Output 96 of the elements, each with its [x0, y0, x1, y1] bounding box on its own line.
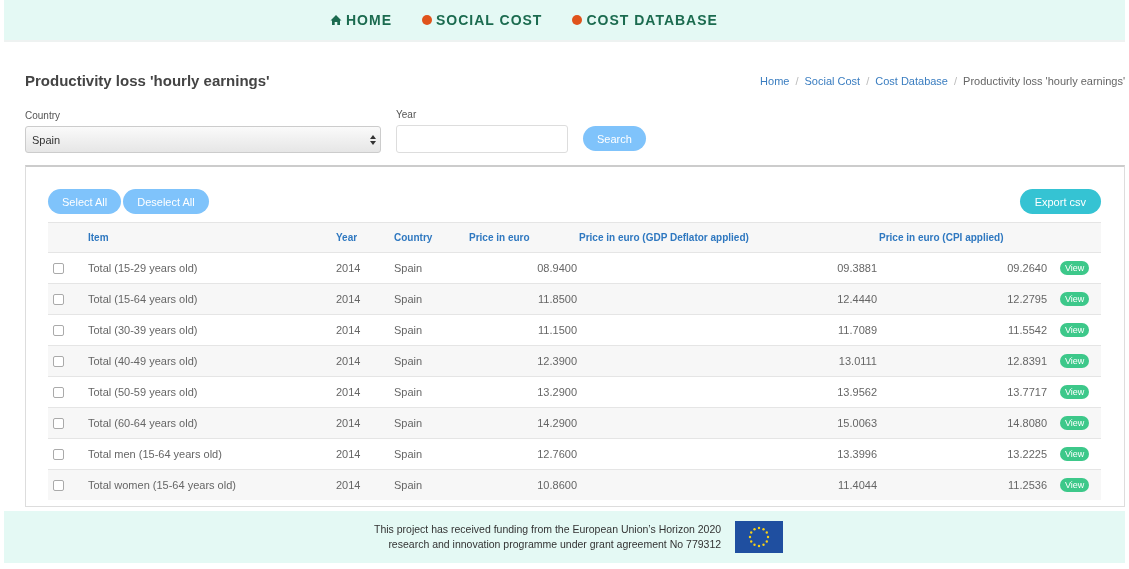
table-cell: 2014 [336, 417, 361, 429]
breadcrumb-separator: / [795, 74, 799, 87]
row-checkbox[interactable] [53, 294, 64, 306]
table-cell: Spain [394, 355, 423, 367]
column-header: Price in euro (GDP Deflator applied) [578, 222, 878, 253]
table-cell: 15.0063 [837, 417, 877, 429]
country-select[interactable]: Spain [25, 126, 381, 153]
breadcrumb-link[interactable]: Social Cost [804, 74, 861, 87]
table-cell: 11.7089 [838, 324, 877, 336]
view-button[interactable]: View [1060, 354, 1090, 368]
table-cell: 08.9400 [537, 262, 577, 274]
view-button[interactable]: View [1060, 261, 1090, 275]
table-cell: 2014 [336, 448, 361, 460]
field-label: Year [396, 109, 418, 120]
view-button[interactable]: View [1060, 478, 1090, 492]
year-input[interactable] [396, 125, 568, 153]
row-checkbox[interactable] [53, 325, 64, 337]
table-cell: 12.7600 [537, 448, 577, 460]
table-cell: 09.2640 [1007, 262, 1047, 274]
row-checkbox[interactable] [53, 449, 64, 461]
table-cell: Spain [394, 479, 423, 491]
table-cell: Spain [394, 262, 423, 274]
table-cell: 12.4440 [837, 293, 877, 305]
row-checkbox[interactable] [53, 263, 64, 275]
breadcrumb-link[interactable]: Home [760, 74, 790, 87]
sort-arrows-icon [370, 134, 376, 145]
table-cell: Total women (15-64 years old) [88, 479, 236, 491]
breadcrumb-separator: / [866, 74, 870, 87]
nav-link[interactable]: COST DATABASE [572, 12, 718, 28]
table-cell: Spain [394, 417, 423, 429]
view-button[interactable]: View [1060, 447, 1090, 461]
table-cell: Total men (15-64 years old) [88, 448, 222, 460]
breadcrumb-link[interactable]: Cost Database [875, 74, 948, 87]
table-cell: Spain [394, 386, 423, 398]
bullet-icon [422, 15, 432, 25]
table-cell: 12.2795 [1007, 293, 1047, 305]
funding-text: research and innovation programme under grant agreement No 779312 [388, 537, 722, 552]
page-title: Productivity loss 'hourly earnings' [25, 72, 270, 89]
table-cell: 13.2900 [537, 386, 577, 398]
table-cell: 11.4044 [838, 479, 877, 491]
table-cell: 2014 [336, 355, 361, 367]
view-button[interactable]: View [1060, 292, 1090, 306]
table-cell: 2014 [336, 386, 361, 398]
table-cell: Total (30-39 years old) [88, 324, 198, 336]
table-cell: 2014 [336, 293, 361, 305]
table-cell: Total (50-59 years old) [88, 386, 198, 398]
view-button[interactable]: View [1060, 416, 1090, 430]
table-cell: 13.0111 [838, 355, 877, 367]
table-cell: Spain [394, 448, 423, 460]
deselect-all-button[interactable]: Deselect All [123, 189, 209, 214]
field-label: Country [25, 110, 61, 121]
table-cell: 10.8600 [537, 479, 577, 491]
row-checkbox[interactable] [53, 387, 64, 399]
table-cell: 13.9562 [837, 386, 877, 398]
table-cell: Spain [394, 324, 423, 336]
column-header: Country [393, 222, 468, 253]
column-header: Item [87, 222, 335, 253]
row-checkbox[interactable] [53, 480, 64, 492]
column-header: Year [335, 222, 393, 253]
breadcrumb-current: Productivity loss 'hourly earnings' [963, 74, 1125, 87]
table-cell: 12.3900 [537, 355, 577, 367]
table-cell: 13.7717 [1007, 386, 1047, 398]
table-cell: Spain [394, 293, 423, 305]
select-all-button[interactable]: Select All [48, 189, 122, 214]
table-cell: 11.8500 [538, 293, 577, 305]
table-cell: 11.2536 [1008, 479, 1047, 491]
table-cell: 11.1500 [538, 324, 577, 336]
table-cell: Total (60-64 years old) [88, 417, 198, 429]
table-cell: 2014 [336, 262, 361, 274]
table-cell: 14.8080 [1007, 417, 1047, 429]
column-header: Price in euro [468, 222, 578, 253]
search-button[interactable]: Search [583, 126, 646, 151]
bullet-icon [572, 15, 583, 25]
table-cell: 13.3996 [837, 448, 877, 460]
view-button[interactable]: View [1060, 323, 1090, 337]
table-cell: 11.5542 [1008, 324, 1047, 336]
table-cell: 09.3881 [837, 262, 877, 274]
breadcrumb-separator: / [954, 74, 958, 87]
table-cell: 2014 [336, 324, 361, 336]
nav-link[interactable]: SOCIAL COST [422, 12, 543, 28]
view-button[interactable]: View [1060, 385, 1090, 399]
export-button[interactable]: Export csv [1019, 189, 1101, 214]
row-checkbox[interactable] [53, 356, 64, 368]
row-checkbox[interactable] [53, 418, 64, 430]
column-header: Price in euro (CPI applied) [878, 222, 1048, 253]
table-cell: 2014 [336, 479, 361, 491]
table-cell: 14.2900 [537, 417, 577, 429]
funding-text: This project has received funding from the European Union’s Horizon 2020 [374, 522, 722, 537]
table-cell: 13.2225 [1007, 448, 1047, 460]
nav-link[interactable]: HOME [330, 12, 392, 28]
table-cell: Total (40-49 years old) [88, 355, 198, 367]
home-icon [330, 14, 342, 26]
table-cell: Total (15-29 years old) [88, 262, 198, 274]
flag-icon [735, 521, 784, 553]
table-cell: Total (15-64 years old) [88, 293, 198, 305]
table-cell: 12.8391 [1007, 355, 1047, 367]
